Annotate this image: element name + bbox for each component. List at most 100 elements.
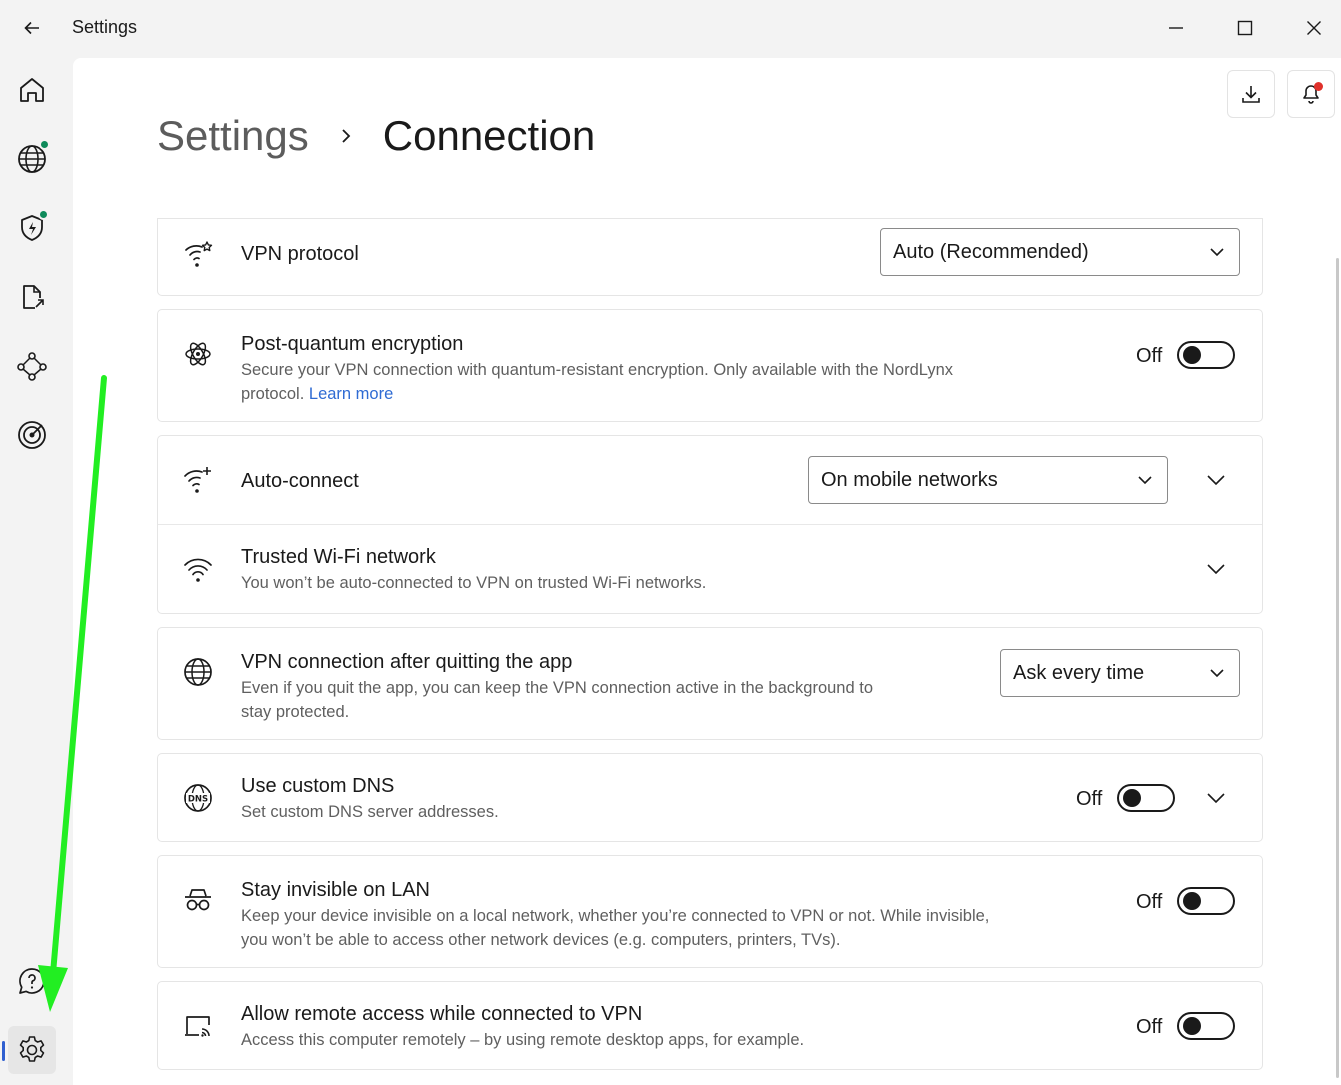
chevron-right-icon: [339, 127, 353, 145]
download-icon: [1242, 86, 1260, 103]
close-button[interactable]: [1296, 10, 1332, 46]
toggle-knob: [1123, 789, 1141, 807]
wifi-icon: [180, 551, 216, 587]
trusted-wifi-expand-button[interactable]: [1198, 551, 1234, 587]
post-quantum-description: Secure your VPN connection with quantum-…: [241, 358, 1061, 406]
scrollbar[interactable]: [1336, 258, 1339, 1078]
target-icon: [18, 421, 46, 449]
sidebar-item-meshnet[interactable]: [8, 342, 56, 390]
auto-connect-row: Auto-connect On mobile networks: [158, 436, 1262, 524]
sidebar-item-dark-web-monitor[interactable]: [8, 411, 56, 459]
breadcrumb-settings-link[interactable]: Settings: [157, 112, 309, 160]
post-quantum-desc-line1: Secure your VPN connection with quantum-…: [241, 361, 953, 379]
home-icon: [20, 78, 44, 102]
page-title: Connection: [382, 112, 596, 159]
trusted-wifi-title: Trusted Wi-Fi network: [241, 546, 436, 568]
chevron-down-icon: [1210, 669, 1224, 678]
meshnet-icon: [17, 352, 47, 381]
invisible-lan-toggle[interactable]: [1177, 887, 1235, 915]
gear-icon: [19, 1036, 45, 1062]
invisible-lan-desc-line2: you won’t be able to access other networ…: [241, 931, 841, 949]
chevron-down-icon: [1207, 793, 1225, 804]
auto-connect-card: Auto-connect On mobile networks Trusted …: [157, 435, 1263, 614]
close-icon: [1307, 21, 1321, 35]
trusted-wifi-row: Trusted Wi-Fi network You won’t be auto-…: [158, 525, 1262, 614]
post-quantum-card: Post-quantum encryption Secure your VPN …: [157, 309, 1263, 422]
invisible-lan-description: Keep your device invisible on a local ne…: [241, 904, 1121, 952]
post-quantum-toggle[interactable]: [1177, 341, 1235, 369]
toggle-knob: [1183, 346, 1201, 364]
chevron-down-icon: [1210, 248, 1224, 257]
post-quantum-desc-line2: protocol.: [241, 385, 305, 403]
after-quit-description: Even if you quit the app, you can keep t…: [241, 676, 961, 724]
sidebar-item-settings[interactable]: [8, 1026, 56, 1074]
toggle-knob: [1183, 1017, 1201, 1035]
back-button[interactable]: [16, 12, 48, 44]
vpn-protocol-card: VPN protocol Auto (Recommended): [157, 218, 1263, 296]
sidebar-item-help[interactable]: [8, 957, 56, 1005]
minimize-icon: [1169, 27, 1183, 29]
threat-protection-status-dot: [38, 209, 49, 220]
download-button[interactable]: [1227, 70, 1275, 118]
custom-dns-card: DNS Use custom DNS Set custom DNS server…: [157, 753, 1263, 842]
custom-dns-state-label: Off: [1076, 788, 1103, 810]
custom-dns-description: Set custom DNS server addresses.: [241, 803, 499, 821]
remote-access-card: Allow remote access while connected to V…: [157, 981, 1263, 1070]
active-nav-indicator: [2, 1041, 5, 1061]
atom-icon: [180, 336, 216, 372]
after-quit-desc-line1: Even if you quit the app, you can keep t…: [241, 679, 873, 697]
breadcrumb: Settings Connection: [157, 108, 595, 164]
auto-connect-expand-button[interactable]: [1198, 462, 1234, 498]
remote-access-description: Access this computer remotely – by using…: [241, 1031, 805, 1049]
custom-dns-expand-button[interactable]: [1198, 780, 1234, 816]
incognito-icon: [180, 882, 216, 918]
auto-connect-select[interactable]: On mobile networks: [808, 456, 1168, 504]
svg-text:DNS: DNS: [188, 795, 208, 805]
invisible-lan-card: Stay invisible on LAN Keep your device i…: [157, 855, 1263, 968]
file-share-icon: [23, 285, 44, 309]
minimize-button[interactable]: [1158, 10, 1194, 46]
notification-dot: [1314, 82, 1323, 91]
globe-icon: [180, 654, 216, 690]
learn-more-link[interactable]: Learn more: [309, 385, 393, 403]
chevron-down-icon: [1207, 564, 1225, 575]
sidebar-item-home[interactable]: [8, 66, 56, 114]
wifi-star-icon: [180, 236, 216, 272]
sidebar-item-globe[interactable]: [8, 135, 56, 183]
auto-connect-title: Auto-connect: [241, 470, 359, 492]
help-chat-icon: [19, 968, 45, 994]
sidebar: [0, 56, 72, 1085]
invisible-lan-state-label: Off: [1136, 891, 1163, 913]
custom-dns-title: Use custom DNS: [241, 775, 395, 797]
sidebar-item-file-share[interactable]: [8, 273, 56, 321]
maximize-button[interactable]: [1227, 10, 1263, 46]
after-quit-card: VPN connection after quitting the app Ev…: [157, 627, 1263, 740]
remote-access-title: Allow remote access while connected to V…: [241, 1003, 643, 1025]
vpn-protocol-title: VPN protocol: [241, 243, 359, 265]
post-quantum-state-label: Off: [1136, 345, 1163, 367]
maximize-icon: [1237, 20, 1253, 36]
invisible-lan-title: Stay invisible on LAN: [241, 879, 430, 901]
arrow-left-icon: [24, 21, 39, 35]
after-quit-select[interactable]: Ask every time: [1000, 649, 1240, 697]
window-title: Settings: [72, 17, 138, 37]
auto-connect-selected: On mobile networks: [821, 468, 998, 491]
post-quantum-title: Post-quantum encryption: [241, 333, 464, 355]
custom-dns-toggle[interactable]: [1117, 784, 1175, 812]
notifications-button[interactable]: [1287, 70, 1335, 118]
after-quit-desc-line2: stay protected.: [241, 703, 350, 721]
settings-content: Settings Connection VPN protocol Auto (R…: [73, 58, 1341, 1085]
remote-access-state-label: Off: [1136, 1016, 1163, 1038]
remote-screen-icon: [180, 1008, 216, 1044]
remote-access-toggle[interactable]: [1177, 1012, 1235, 1040]
vpn-protocol-select[interactable]: Auto (Recommended): [880, 228, 1240, 276]
after-quit-title: VPN connection after quitting the app: [241, 651, 573, 673]
sidebar-item-threat-protection[interactable]: [8, 204, 56, 252]
toggle-knob: [1183, 892, 1201, 910]
title-bar: Settings: [0, 0, 1341, 56]
globe-status-dot: [39, 139, 50, 150]
vpn-protocol-selected: Auto (Recommended): [893, 240, 1089, 263]
wifi-sparkle-icon: [180, 462, 216, 498]
chevron-down-icon: [1138, 476, 1152, 485]
chevron-down-icon: [1207, 475, 1225, 486]
